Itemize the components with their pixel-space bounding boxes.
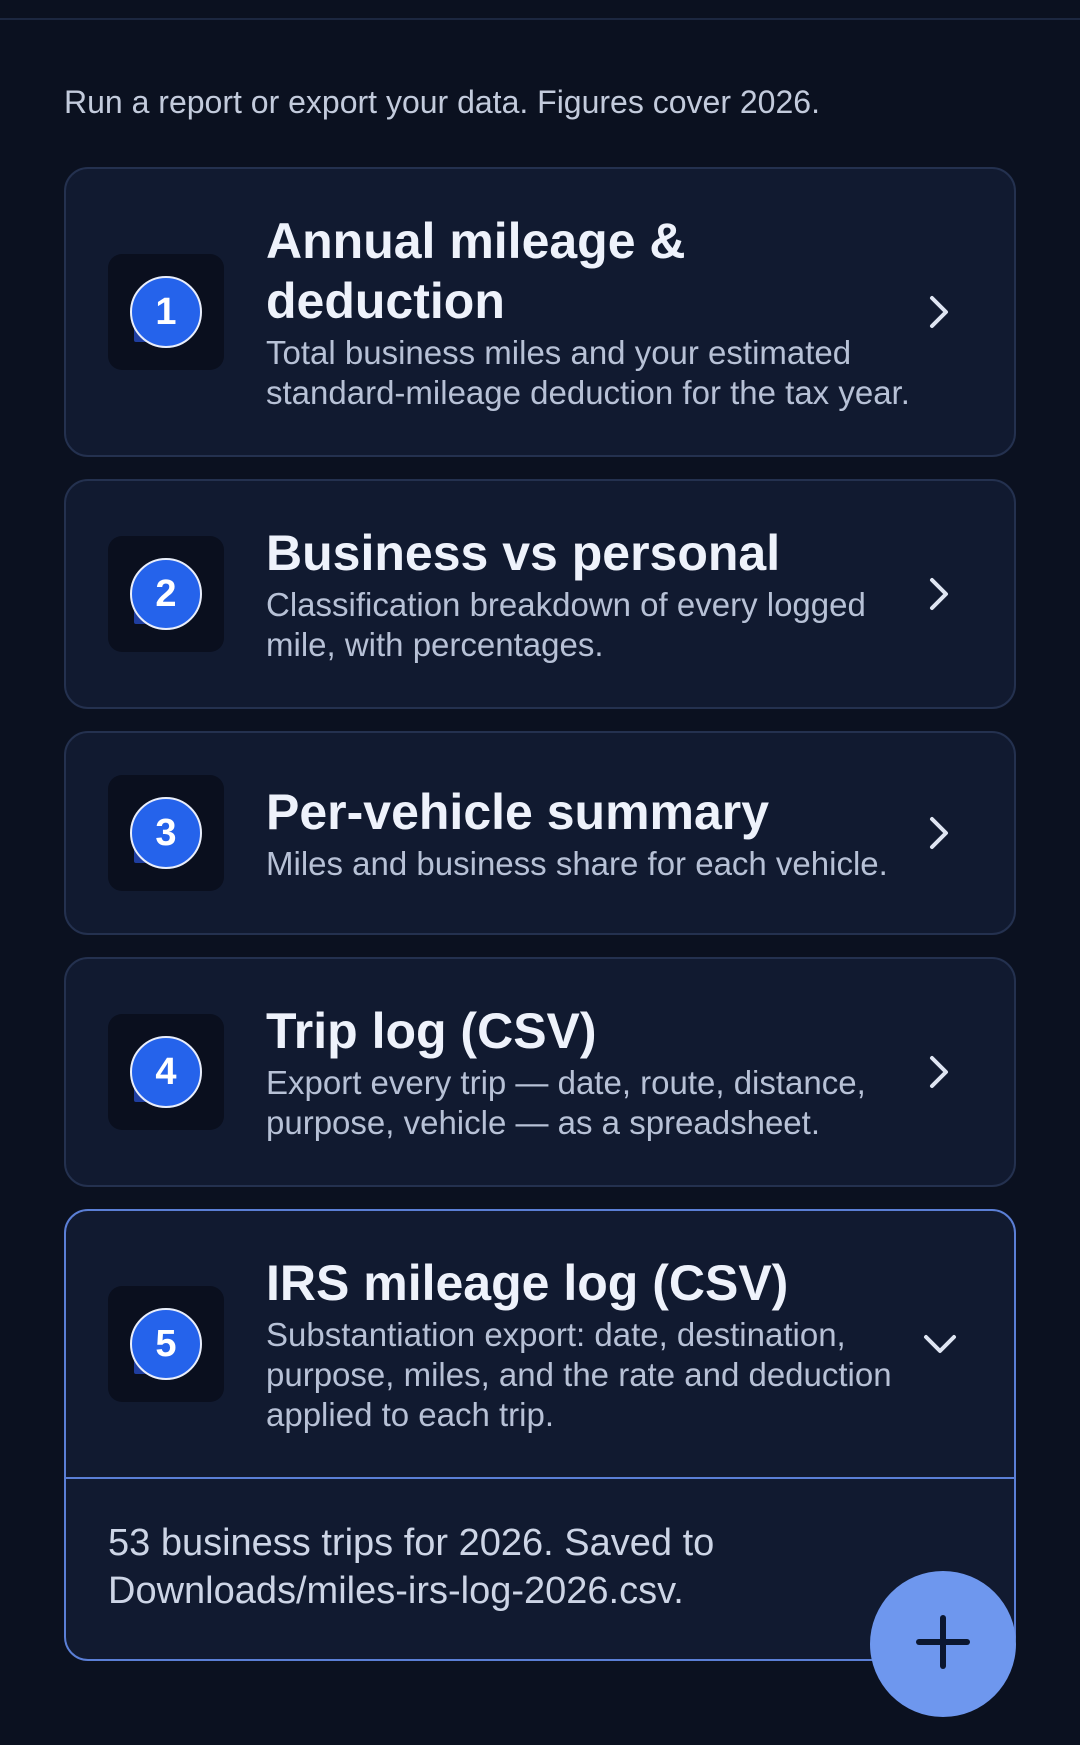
report-card-header[interactable]: 4 Trip log (CSV) Export every trip — dat… <box>66 959 1014 1185</box>
chevron-right-icon[interactable] <box>920 813 960 853</box>
report-card-text: Per-vehicle summary Miles and business s… <box>266 782 1014 884</box>
report-description: Export every trip — date, route, distanc… <box>266 1064 866 1141</box>
report-card-annual-mileage[interactable]: 1 Annual mileage & deduction Total busin… <box>64 167 1016 457</box>
report-description: Classification breakdown of every logged… <box>266 586 866 663</box>
report-title: IRS mileage log (CSV) <box>266 1255 789 1311</box>
report-icon-tile: 3 <box>108 775 224 891</box>
report-card-text: Business vs personal Classification brea… <box>266 523 1014 665</box>
report-list: 1 Annual mileage & deduction Total busin… <box>64 167 1016 1683</box>
step-badge: 5 <box>130 1308 202 1380</box>
report-card-text: Annual mileage & deduction Total busines… <box>266 211 1014 413</box>
step-badge: 1 <box>130 276 202 348</box>
plus-icon <box>915 1614 971 1675</box>
top-divider <box>0 0 1080 20</box>
report-icon-tile: 1 <box>108 254 224 370</box>
step-badge: 3 <box>130 797 202 869</box>
report-description: Miles and business share for each vehicl… <box>266 845 888 882</box>
report-card-irs-mileage-log[interactable]: 5 IRS mileage log (CSV) Substantiation e… <box>64 1209 1016 1661</box>
report-description: Total business miles and your estimated … <box>266 334 910 411</box>
report-title: Trip log (CSV) <box>266 1003 597 1059</box>
chevron-right-icon[interactable] <box>920 1052 960 1092</box>
report-card-business-vs-personal[interactable]: 2 Business vs personal Classification br… <box>64 479 1016 709</box>
chevron-down-icon[interactable] <box>920 1324 960 1364</box>
report-title: Annual mileage & deduction <box>266 213 686 329</box>
report-card-per-vehicle[interactable]: 3 Per-vehicle summary Miles and business… <box>64 731 1016 935</box>
report-card-header[interactable]: 5 IRS mileage log (CSV) Substantiation e… <box>66 1211 1014 1477</box>
report-icon-tile: 2 <box>108 536 224 652</box>
chevron-right-icon[interactable] <box>920 574 960 614</box>
report-description: Substantiation export: date, destination… <box>266 1316 892 1433</box>
report-card-header[interactable]: 2 Business vs personal Classification br… <box>66 481 1014 707</box>
report-title: Business vs personal <box>266 525 781 581</box>
page-intro: Run a report or export your data. Figure… <box>64 84 820 120</box>
report-card-text: IRS mileage log (CSV) Substantiation exp… <box>266 1253 1014 1435</box>
add-button[interactable] <box>870 1571 1016 1717</box>
step-badge: 4 <box>130 1036 202 1108</box>
report-card-header[interactable]: 3 Per-vehicle summary Miles and business… <box>66 733 1014 933</box>
report-icon-tile: 5 <box>108 1286 224 1402</box>
chevron-right-icon[interactable] <box>920 292 960 332</box>
report-card-trip-log[interactable]: 4 Trip log (CSV) Export every trip — dat… <box>64 957 1016 1187</box>
report-title: Per-vehicle summary <box>266 784 770 840</box>
report-icon-tile: 4 <box>108 1014 224 1130</box>
report-card-header[interactable]: 1 Annual mileage & deduction Total busin… <box>66 169 1014 455</box>
step-badge: 2 <box>130 558 202 630</box>
report-card-text: Trip log (CSV) Export every trip — date,… <box>266 1001 1014 1143</box>
